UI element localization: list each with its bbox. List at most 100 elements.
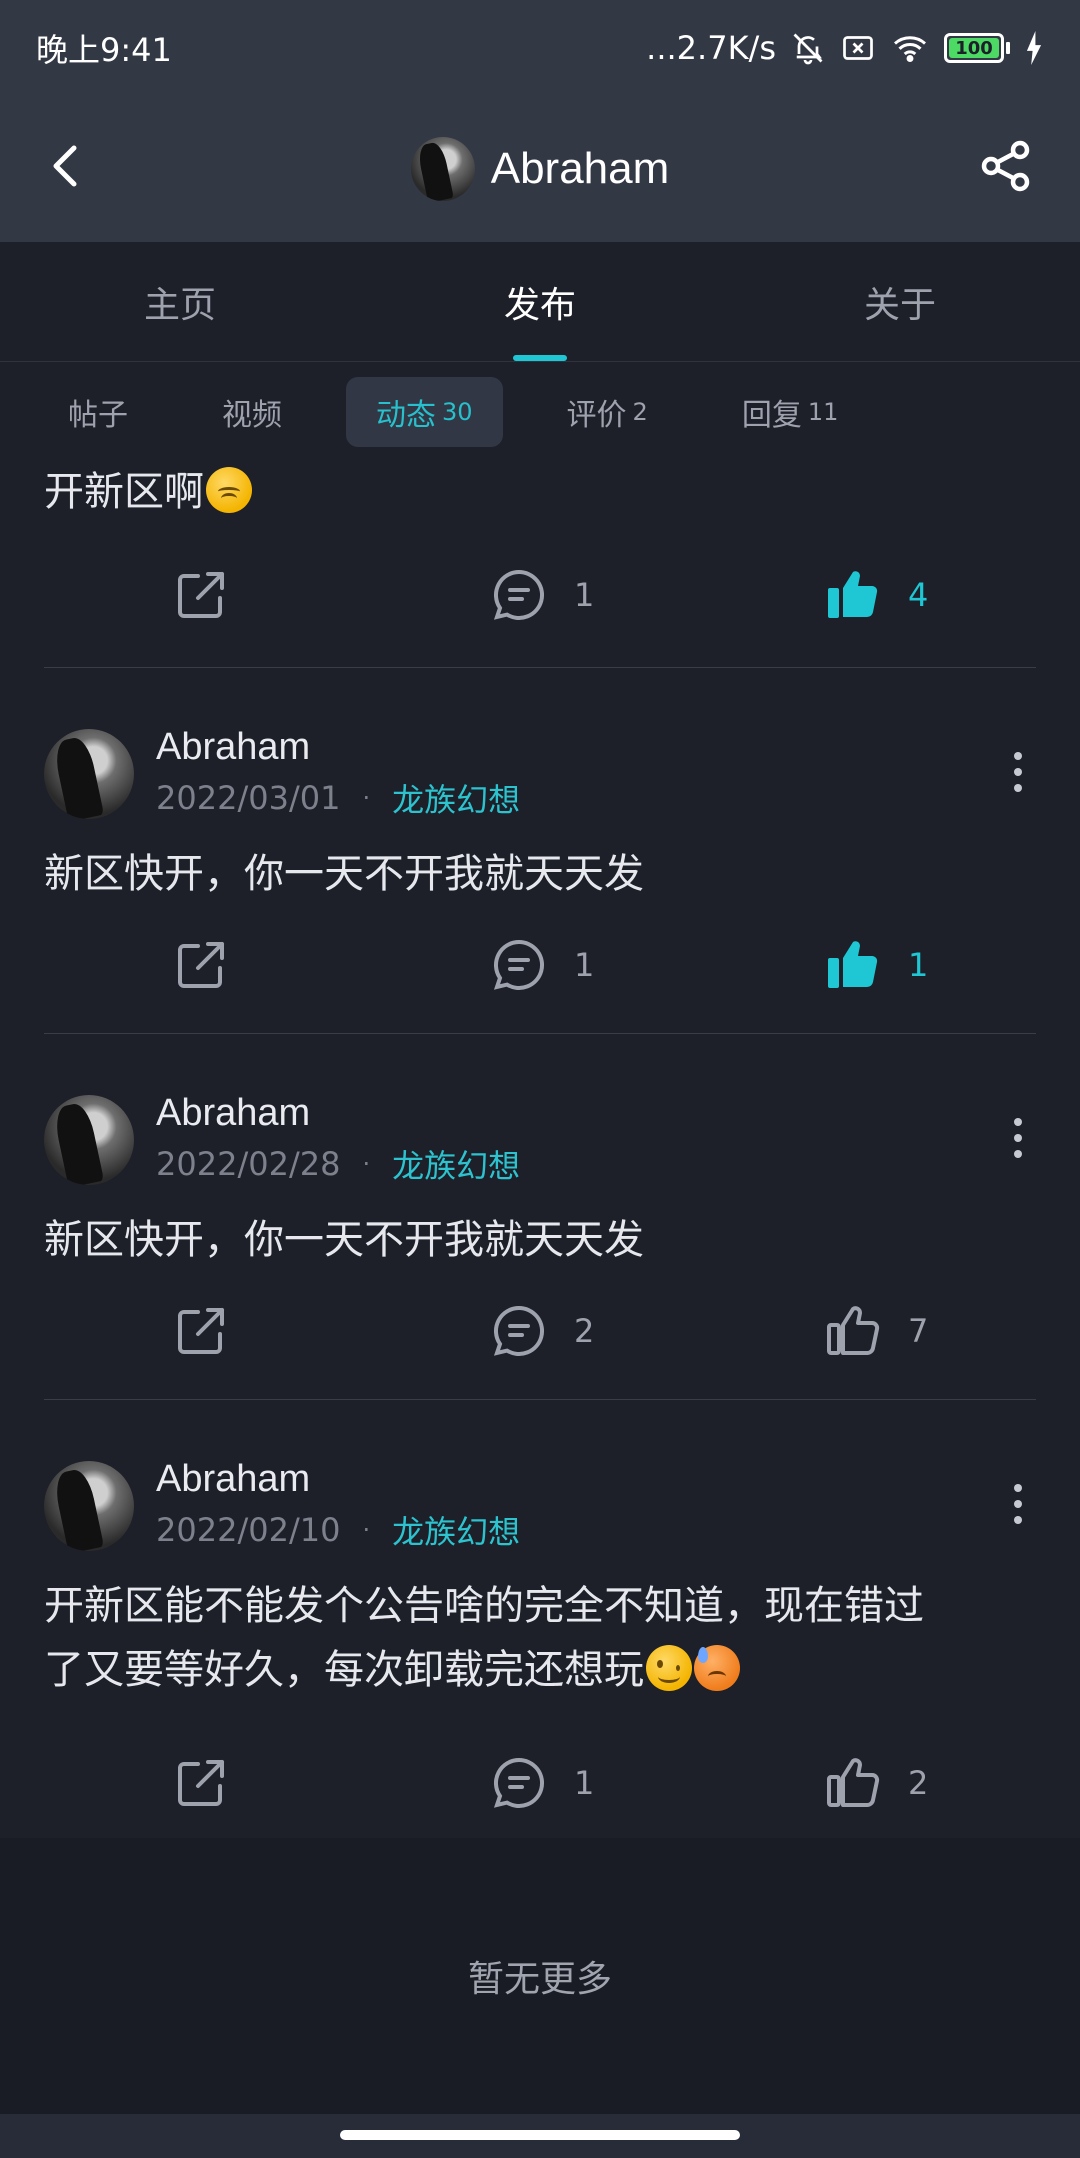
author-name[interactable]: Abraham	[156, 1458, 520, 1501]
comment-button[interactable]: 1	[490, 560, 594, 630]
post-actions: 1 4	[44, 560, 1036, 630]
subtab-posts[interactable]: 帖子	[38, 377, 158, 447]
post-header: Abraham 2022/02/10 · 龙族幻想	[44, 1458, 520, 1553]
subtab-label: 帖子	[68, 398, 128, 433]
share-post-button[interactable]	[172, 930, 230, 1000]
back-button[interactable]	[40, 136, 100, 196]
feed-post[interactable]: Abraham 2022/02/28 · 龙族幻想 新区快开，你一天不开我就天天…	[44, 1034, 1036, 1400]
comment-count: 2	[574, 1312, 595, 1350]
feed-post[interactable]: Abraham 2022/03/01 · 龙族幻想 新区快开，你一天不开我就天天…	[44, 668, 1036, 1034]
no-more-text: 暂无更多	[467, 1959, 612, 2000]
post-header: Abraham 2022/02/28 · 龙族幻想	[44, 1092, 520, 1187]
subtab-label: 评价	[566, 398, 627, 433]
external-share-icon	[178, 942, 224, 988]
comment-icon	[493, 1305, 544, 1356]
separator-dot: ·	[362, 784, 371, 812]
post-text: 新区快开，你一天不开我就天天发	[44, 1217, 644, 1263]
separator-dot: ·	[362, 1516, 371, 1544]
mute-bell-icon	[793, 33, 823, 65]
charging-icon	[1026, 31, 1042, 65]
subtab-label: 回复	[741, 398, 802, 433]
share-button[interactable]	[976, 136, 1036, 196]
more-options-icon[interactable]	[1012, 1118, 1024, 1158]
network-speed: ...2.7K/s	[646, 29, 776, 67]
subtab-reviews[interactable]: 评价 2	[537, 377, 678, 447]
post-actions: 2 7	[44, 1296, 1036, 1366]
post-date: 2022/02/10	[156, 1511, 341, 1549]
separator-dot: ·	[362, 1150, 371, 1178]
like-button[interactable]: 7	[824, 1296, 928, 1366]
like-count: 4	[908, 576, 929, 614]
comment-icon	[493, 569, 544, 620]
post-date: 2022/03/01	[156, 779, 341, 817]
comment-button[interactable]: 1	[490, 930, 594, 1000]
subtab-replies[interactable]: 回复 11	[712, 377, 869, 447]
feed-post[interactable]: 开新区啊 1 4	[44, 452, 1036, 668]
home-indicator[interactable]	[340, 2130, 740, 2140]
status-bar: 晚上9:41 ...2.7K/s 100	[0, 0, 1080, 96]
post-text: 新区快开，你一天不开我就天天发	[44, 851, 644, 897]
post-actions: 1 1	[44, 930, 1036, 1000]
post-text-line: 开新区能不能发个公告啥的完全不知道，现在错过	[44, 1583, 924, 1629]
external-share-icon	[178, 1760, 224, 1806]
header-user[interactable]: Abraham	[410, 137, 670, 201]
share-post-button[interactable]	[172, 1748, 230, 1818]
subtab-label: 动态	[376, 398, 436, 433]
comment-button[interactable]: 2	[490, 1296, 594, 1366]
author-name[interactable]: Abraham	[156, 1092, 520, 1135]
like-button[interactable]: 1	[824, 930, 928, 1000]
feed-post[interactable]: Abraham 2022/02/10 · 龙族幻想 开新区能不能发个公告啥的完全…	[44, 1400, 1036, 1832]
subtab-moments[interactable]: 动态 30	[346, 377, 503, 447]
subtab-count: 11	[807, 398, 839, 426]
comment-icon	[493, 1757, 544, 1808]
like-button[interactable]: 4	[824, 560, 928, 630]
status-time: 晚上9:41	[36, 31, 172, 69]
status-icons: ...2.7K/s 100	[646, 29, 1044, 67]
post-text-content: 开新区啊	[44, 469, 204, 515]
post-text-line: 了又要等好久，每次卸载完还想玩	[44, 1638, 1036, 1702]
post-date: 2022/02/28	[156, 1145, 341, 1183]
share-post-button[interactable]	[172, 560, 230, 630]
post-text: 开新区能不能发个公告啥的完全不知道，现在错过 了又要等好久，每次卸载完还想玩	[44, 1574, 1036, 1702]
post-text-content: 了又要等好久，每次卸载完还想玩	[44, 1647, 644, 1693]
comment-icon	[493, 939, 544, 990]
thumbs-up-filled-icon	[828, 941, 878, 988]
avatar[interactable]	[44, 1460, 134, 1551]
battery-icon: 100	[944, 33, 1010, 63]
author-name[interactable]: Abraham	[156, 726, 520, 769]
more-options-icon[interactable]	[1012, 1484, 1024, 1524]
subtab-label: 视频	[222, 398, 282, 433]
tab-home[interactable]: 主页	[0, 242, 360, 361]
like-button[interactable]: 2	[824, 1748, 928, 1818]
thumbs-up-icon	[827, 1758, 880, 1807]
end-of-list: 暂无更多	[0, 1838, 1080, 2114]
external-share-icon	[178, 572, 224, 618]
subtab-count: 2	[632, 398, 648, 426]
share-icon	[981, 140, 1030, 192]
game-tag[interactable]: 龙族幻想	[392, 775, 520, 821]
post-actions: 1 2	[44, 1748, 1036, 1818]
post-text: 开新区啊	[44, 460, 1036, 524]
game-tag[interactable]: 龙族幻想	[392, 1141, 520, 1187]
post-header: Abraham 2022/03/01 · 龙族幻想	[44, 726, 520, 821]
tab-publish[interactable]: 发布	[360, 242, 720, 361]
game-tag[interactable]: 龙族幻想	[392, 1507, 520, 1553]
comment-count: 1	[574, 1764, 595, 1802]
sweat-emoji-icon	[694, 1645, 740, 1691]
more-options-icon[interactable]	[1012, 752, 1024, 792]
battery-level: 100	[955, 37, 993, 59]
system-nav-bar	[0, 2114, 1080, 2158]
feed-list: 开新区啊 1 4 Abraham 2022/03/01 · 龙族幻想 新区快开，…	[0, 452, 1080, 1832]
share-post-button[interactable]	[172, 1296, 230, 1366]
main-tabs: 主页 发布 关于	[0, 242, 1080, 362]
page-title: Abraham	[490, 144, 670, 193]
avatar[interactable]	[44, 728, 134, 819]
comment-count: 1	[574, 946, 595, 984]
avatar	[410, 137, 475, 201]
like-count: 7	[908, 1312, 929, 1350]
subtab-videos[interactable]: 视频	[192, 377, 312, 447]
comment-button[interactable]: 1	[490, 1748, 594, 1818]
profile-header: Abraham	[0, 96, 1080, 242]
avatar[interactable]	[44, 1094, 134, 1185]
tab-about[interactable]: 关于	[720, 242, 1080, 361]
